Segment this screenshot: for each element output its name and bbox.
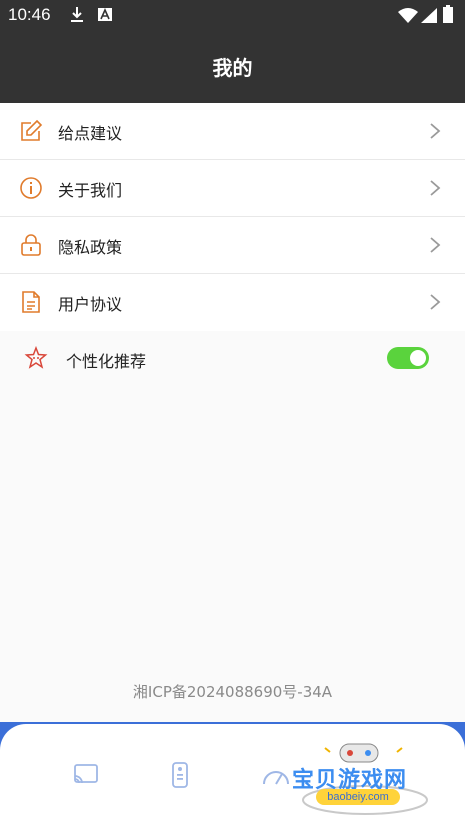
speedometer-icon[interactable] [262,764,290,786]
settings-menu: 给点建议 关于我们 隐私政策 用户协议 [0,103,465,331]
menu-item-label: 隐私政策 [58,238,123,257]
info-icon [20,177,42,199]
battery-icon [443,5,453,23]
menu-item-about[interactable]: 关于我们 [0,160,465,217]
menu-item-agreement[interactable]: 用户协议 [0,274,465,331]
toggle-knob [410,350,426,366]
signal-icon [421,8,437,23]
star-face-icon [24,346,48,369]
page-title: 我的 [212,56,253,80]
chevron-right-icon [430,237,441,253]
menu-item-label: 用户协议 [58,295,123,314]
menu-item-feedback[interactable]: 给点建议 [0,103,465,160]
wifi-icon [398,8,418,23]
watermark-url: baobeiy.com [316,789,400,805]
chevron-right-icon [430,294,441,310]
download-icon [71,7,83,22]
chevron-right-icon [430,123,441,139]
menu-item-label: 给点建议 [58,124,123,143]
personalization-row: 个性化推荐 [0,330,465,386]
personalization-toggle[interactable] [387,347,429,369]
menu-item-privacy[interactable]: 隐私政策 [0,217,465,274]
edit-icon [21,119,43,141]
personalization-label: 个性化推荐 [66,352,147,371]
icp-license: 湘ICP备2024088690号-34A [132,683,333,701]
status-bar: 10:46 [0,0,465,32]
status-time: 10:46 [8,5,51,24]
a-notification-icon [98,8,112,21]
app-header: 10:46 我的 [0,0,465,103]
lock-icon [21,234,41,256]
document-icon [22,291,40,313]
menu-item-label: 关于我们 [58,181,123,200]
chevron-right-icon [430,180,441,196]
remote-icon[interactable] [172,762,188,788]
cast-icon[interactable] [74,764,98,786]
